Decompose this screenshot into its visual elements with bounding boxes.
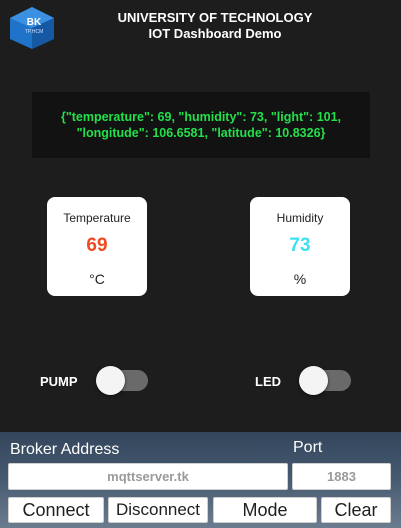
- led-toggle-knob[interactable]: [299, 366, 328, 395]
- broker-address-label: Broker Address: [10, 441, 120, 458]
- humidity-unit: %: [293, 271, 307, 287]
- port-label: Port: [293, 439, 323, 456]
- connect-button[interactable]: Connect: [8, 497, 104, 523]
- pump-toggle-knob[interactable]: [96, 366, 125, 395]
- temperature-value: 69: [86, 235, 108, 256]
- clear-button[interactable]: Clear: [321, 497, 391, 523]
- disconnect-button[interactable]: Disconnect: [108, 497, 208, 523]
- temperature-card: Temperature 69 °C: [47, 197, 147, 296]
- logo-subtext: TP.HCM: [24, 29, 44, 35]
- app-title: UNIVERSITY OF TECHNOLOGY: [117, 10, 313, 25]
- led-toggle[interactable]: [299, 366, 351, 395]
- app-subtitle: IOT Dashboard Demo: [148, 26, 282, 41]
- humidity-value: 73: [289, 235, 311, 256]
- payload-display: {"temperature": 69, "humidity": 73, "lig…: [32, 92, 370, 158]
- logo-text: BK: [26, 17, 42, 28]
- port-input[interactable]: 1883: [292, 463, 391, 490]
- university-logo: BK TP.HCM: [6, 6, 58, 50]
- pump-toggle[interactable]: [96, 366, 148, 395]
- pump-label: PUMP: [40, 374, 78, 389]
- mode-button[interactable]: Mode: [213, 497, 317, 523]
- temperature-label: Temperature: [63, 211, 131, 225]
- temperature-unit: °C: [89, 271, 105, 287]
- logo-icon: [10, 7, 54, 49]
- payload-line-2: "longitude": 106.6581, "latitude": 10.83…: [76, 126, 326, 140]
- humidity-label: Humidity: [276, 211, 324, 225]
- humidity-card: Humidity 73 %: [250, 197, 350, 296]
- led-label: LED: [255, 374, 281, 389]
- payload-line-1: {"temperature": 69, "humidity": 73, "lig…: [60, 110, 342, 124]
- broker-address-input[interactable]: mqttserver.tk: [8, 463, 288, 490]
